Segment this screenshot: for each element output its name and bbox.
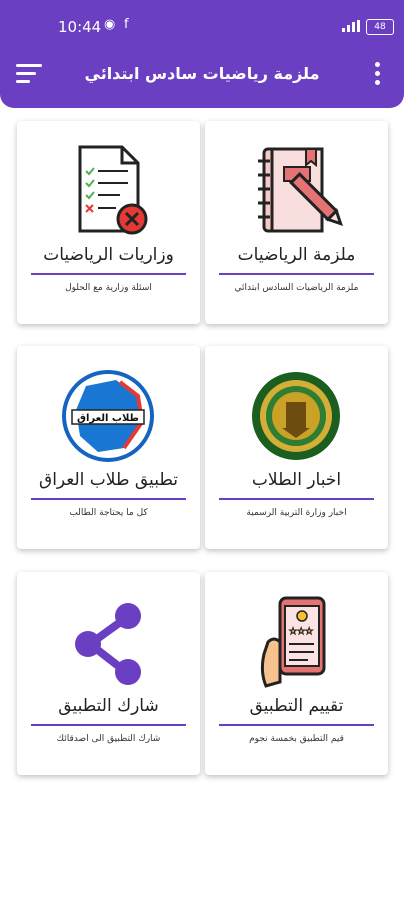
status-time: 10:44 bbox=[58, 18, 102, 36]
card-iraq-students-app[interactable]: طلاب العراق تطبيق طلاب العراق كل ما يحتا… bbox=[17, 346, 200, 549]
card-rate-app[interactable]: ★★★ تقييم التطبيق قيم التطبيق بخمسة نجوم bbox=[205, 572, 388, 775]
more-options-button[interactable] bbox=[374, 62, 382, 86]
card-subtitle: اخبار وزارة التربية الرسمية bbox=[246, 508, 347, 518]
card-title: ملزمة الرياضيات bbox=[237, 245, 356, 265]
card-divider bbox=[219, 498, 374, 500]
card-subtitle: كل ما يحتاجة الطالب bbox=[69, 508, 148, 518]
card-subtitle: اسئلة وزارية مع الحلول bbox=[65, 283, 152, 293]
card-divider bbox=[31, 273, 186, 275]
app-bar: 10:44 ◉ f 48 ملزمة رياضيات سادس ابتدائي bbox=[0, 0, 404, 108]
signal-icon bbox=[342, 20, 360, 32]
svg-text:★★★: ★★★ bbox=[289, 627, 313, 637]
card-subtitle: قيم التطبيق بخمسة نجوم bbox=[249, 734, 344, 744]
card-divider bbox=[219, 724, 374, 726]
whatsapp-icon: ◉ bbox=[104, 17, 116, 32]
facebook-icon: f bbox=[124, 17, 129, 32]
share-icon bbox=[75, 603, 141, 685]
phone-rating-icon: ★★★ bbox=[260, 596, 326, 688]
card-share-app[interactable]: شارك التطبيق شارك التطبيق الى اصدقائك bbox=[17, 572, 200, 775]
battery-icon: 48 bbox=[366, 19, 394, 35]
card-title: وزاريات الرياضيات bbox=[43, 245, 174, 265]
menu-button[interactable] bbox=[16, 64, 44, 86]
ministry-emblem-icon bbox=[252, 372, 340, 460]
card-divider bbox=[31, 724, 186, 726]
checklist-document-icon bbox=[78, 145, 148, 235]
card-title: تطبيق طلاب العراق bbox=[39, 470, 178, 490]
card-student-news[interactable]: اخبار الطلاب اخبار وزارة التربية الرسمية bbox=[205, 346, 388, 549]
battery-level: 48 bbox=[374, 22, 386, 32]
card-title: تقييم التطبيق bbox=[249, 696, 344, 716]
iraq-logo-text: طلاب العراق bbox=[77, 413, 139, 424]
notebook-pencil-icon bbox=[258, 147, 343, 233]
card-title: شارك التطبيق bbox=[58, 696, 159, 716]
iraq-map-logo-icon: طلاب العراق bbox=[62, 370, 154, 462]
card-subtitle: ملزمة الرياضيات السادس ابتدائي bbox=[234, 283, 359, 293]
card-ministerial-exams[interactable]: وزاريات الرياضيات اسئلة وزارية مع الحلول bbox=[17, 121, 200, 324]
card-subtitle: شارك التطبيق الى اصدقائك bbox=[56, 734, 161, 744]
page-title: ملزمة رياضيات سادس ابتدائي bbox=[84, 64, 320, 83]
card-divider bbox=[31, 498, 186, 500]
card-divider bbox=[219, 273, 374, 275]
card-title: اخبار الطلاب bbox=[251, 470, 342, 490]
status-bar: 10:44 ◉ f 48 bbox=[0, 0, 404, 54]
card-math-booklet[interactable]: ملزمة الرياضيات ملزمة الرياضيات السادس ا… bbox=[205, 121, 388, 324]
